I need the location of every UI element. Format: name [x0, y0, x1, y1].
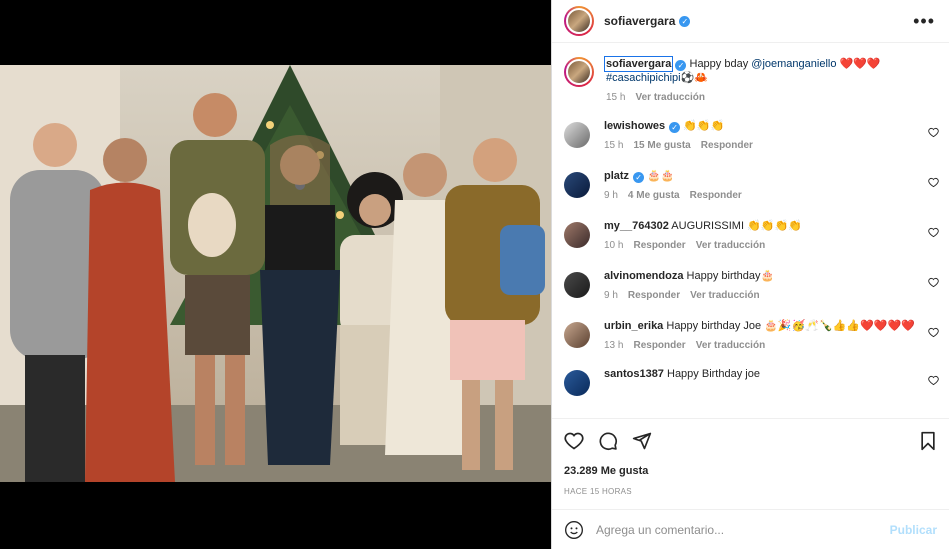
caption-hearts: ❤️❤️❤️: [839, 58, 881, 70]
comment-username[interactable]: urbin_erika: [604, 320, 663, 332]
reply-button[interactable]: Responder: [701, 139, 753, 153]
comment-avatar[interactable]: [564, 272, 590, 298]
comment-text: Happy birthday🎂: [686, 270, 775, 282]
reply-button[interactable]: Responder: [690, 189, 742, 203]
heart-icon[interactable]: [928, 375, 939, 386]
comment-time[interactable]: 15 h: [604, 139, 623, 153]
post-photo[interactable]: [0, 65, 551, 482]
comment-meta: 9 h Responder Ver traducción: [604, 289, 915, 303]
post-header: sofiavergara ✓ •••: [552, 0, 949, 43]
caption-body: sofiavergara ✓ Happy bday @joemanganiello…: [603, 56, 935, 105]
comment-avatar[interactable]: [564, 222, 590, 248]
comment-likes[interactable]: 4 Me gusta: [628, 189, 680, 203]
comment-username[interactable]: santos1387: [604, 368, 664, 380]
caption-meta: 15 h Ver traducción: [606, 91, 915, 105]
caption-time[interactable]: 15 h: [606, 91, 625, 105]
comment-input[interactable]: [596, 522, 890, 537]
comments-list[interactable]: sofiavergara ✓ Happy bday @joemanganiello…: [552, 44, 949, 418]
emoji-icon[interactable]: [564, 520, 584, 540]
comment-avatar[interactable]: [564, 322, 590, 348]
post-actions: 23.289 Me gusta HACE 15 HORAS: [552, 418, 949, 496]
photo-pane: [0, 0, 551, 549]
caption-emojis: ⚽🦀: [680, 72, 709, 84]
comment-body: urbin_erika Happy birthday Joe 🎂🎉🥳🥂🍾👍👍❤️…: [604, 319, 935, 353]
reply-button[interactable]: Responder: [633, 239, 685, 253]
action-icons: [564, 429, 937, 453]
comment-body: my__764302 AUGURISSIMI 👏👏👏👏 10 h Respond…: [604, 219, 935, 253]
caption-translate[interactable]: Ver traducción: [635, 91, 704, 105]
share-icon[interactable]: [632, 431, 652, 451]
mention-link[interactable]: @joemanganiello: [751, 58, 836, 70]
comment-avatar[interactable]: [564, 172, 590, 198]
comment-body: santos1387 Happy Birthday joe: [604, 367, 935, 396]
translate-button[interactable]: Ver traducción: [690, 289, 759, 303]
author-username[interactable]: sofiavergara: [604, 14, 675, 28]
comment-username[interactable]: lewishowes: [604, 120, 665, 132]
verified-icon: ✓: [633, 172, 645, 183]
comment-item: urbin_erika Happy birthday Joe 🎂🎉🥳🥂🍾👍👍❤️…: [552, 319, 949, 353]
comment-composer: Publicar: [552, 509, 949, 549]
comment-avatar[interactable]: [564, 370, 590, 396]
comment-body: alvinomendoza Happy birthday🎂 9 h Respon…: [604, 269, 935, 303]
heart-icon[interactable]: [928, 327, 939, 338]
comment-time[interactable]: 10 h: [604, 239, 623, 253]
verified-icon: ✓: [669, 122, 681, 133]
comment-item: lewishowes ✓ 👏👏👏 15 h 15 Me gusta Respond…: [552, 119, 949, 153]
comment-item: santos1387 Happy Birthday joe: [552, 367, 949, 396]
heart-icon[interactable]: [928, 177, 939, 188]
verified-icon: ✓: [675, 60, 687, 71]
comment-meta: 13 h Responder Ver traducción: [604, 339, 915, 353]
caption-avatar[interactable]: [564, 57, 594, 87]
likes-count[interactable]: 23.289 Me gusta: [564, 465, 937, 477]
post-timestamp[interactable]: HACE 15 HORAS: [564, 487, 937, 496]
heart-icon[interactable]: [928, 227, 939, 238]
comment-username[interactable]: alvinomendoza: [604, 270, 683, 282]
comment-text: Happy birthday Joe 🎂🎉🥳🥂🍾👍👍❤️❤️❤️❤️: [666, 320, 915, 332]
verified-icon: ✓: [679, 15, 691, 27]
comment-item: platz ✓ 🎂🎂 9 h 4 Me gusta Responder: [552, 169, 949, 203]
comment-username[interactable]: my__764302: [604, 220, 669, 232]
translate-button[interactable]: Ver traducción: [696, 339, 765, 353]
hashtag-link[interactable]: #casachipichipi: [606, 72, 681, 84]
comment-username[interactable]: platz: [604, 170, 629, 182]
comment-body: platz ✓ 🎂🎂 9 h 4 Me gusta Responder: [604, 169, 935, 203]
caption-text: Happy bday: [689, 58, 749, 70]
comment-time[interactable]: 9 h: [604, 189, 618, 203]
more-icon[interactable]: •••: [913, 11, 935, 32]
comment-text: Happy Birthday joe: [667, 368, 760, 380]
comment-time[interactable]: 9 h: [604, 289, 618, 303]
comment-icon[interactable]: [598, 431, 618, 451]
comment-text: 🎂🎂: [647, 170, 675, 182]
caption: sofiavergara ✓ Happy bday @joemanganiello…: [552, 44, 949, 105]
family-photo-illustration: [0, 65, 551, 482]
heart-icon[interactable]: [564, 431, 584, 451]
comment-avatar[interactable]: [564, 122, 590, 148]
comment-text: 👏👏👏: [683, 120, 725, 132]
comment-likes[interactable]: 15 Me gusta: [633, 139, 690, 153]
translate-button[interactable]: Ver traducción: [696, 239, 765, 253]
comment-body: lewishowes ✓ 👏👏👏 15 h 15 Me gusta Respond…: [604, 119, 935, 153]
publish-button[interactable]: Publicar: [890, 523, 937, 537]
comment-meta: 10 h Responder Ver traducción: [604, 239, 915, 253]
comment-text: AUGURISSIMI 👏👏👏👏: [671, 220, 802, 232]
comment-time[interactable]: 13 h: [604, 339, 623, 353]
author-avatar[interactable]: [564, 6, 594, 36]
reply-button[interactable]: Responder: [633, 339, 685, 353]
heart-icon[interactable]: [928, 127, 939, 138]
comment-meta: 15 h 15 Me gusta Responder: [604, 139, 915, 153]
post-sidebar: sofiavergara ✓ ••• sofiavergara ✓ Happy b…: [551, 0, 949, 549]
reply-button[interactable]: Responder: [628, 289, 680, 303]
comment-item: alvinomendoza Happy birthday🎂 9 h Respon…: [552, 269, 949, 303]
bookmark-icon[interactable]: [919, 431, 937, 451]
comment-item: my__764302 AUGURISSIMI 👏👏👏👏 10 h Respond…: [552, 219, 949, 253]
caption-username[interactable]: sofiavergara: [603, 56, 674, 72]
heart-icon[interactable]: [928, 277, 939, 288]
comment-meta: 9 h 4 Me gusta Responder: [604, 189, 915, 203]
